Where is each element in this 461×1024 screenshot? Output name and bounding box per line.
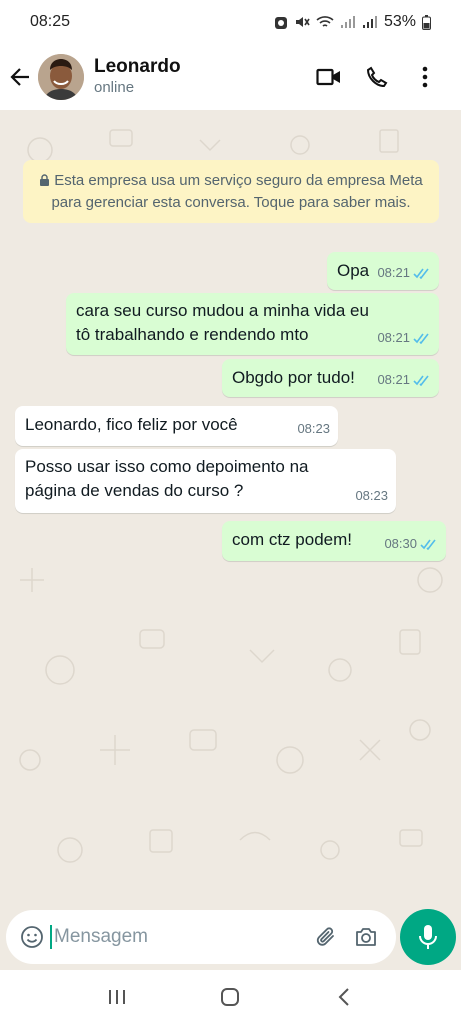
read-ticks-icon	[413, 333, 429, 344]
contact-name: Leonardo	[94, 56, 181, 77]
message-text: Posso usar isso como depoimento na págin…	[25, 457, 309, 500]
contact-status: online	[94, 79, 135, 96]
back-icon[interactable]	[324, 977, 364, 1017]
message-input[interactable]	[54, 926, 304, 948]
more-vertical-icon[interactable]	[401, 57, 449, 97]
attach-icon[interactable]	[308, 919, 344, 955]
avatar[interactable]	[38, 54, 84, 100]
wifi-icon	[316, 15, 334, 29]
message-outgoing[interactable]: Opa 08:21	[327, 252, 439, 290]
message-text: Leonardo, fico feliz por você	[25, 415, 238, 434]
message-outgoing[interactable]: com ctz podem! 08:30	[222, 521, 446, 561]
voice-call-icon[interactable]	[353, 57, 401, 97]
mute-icon	[294, 14, 310, 30]
signal-icon	[340, 15, 356, 29]
message-incoming[interactable]: Leonardo, fico feliz por você 08:23	[15, 406, 338, 446]
chat-header: Leonardo online	[0, 44, 461, 110]
message-meta: 08:21	[377, 326, 431, 350]
emoji-icon[interactable]	[18, 923, 46, 951]
signal-2-icon	[362, 15, 378, 29]
message-incoming[interactable]: Posso usar isso como depoimento na págin…	[15, 449, 396, 513]
mic-button[interactable]	[400, 909, 456, 965]
message-meta: 08:21	[377, 261, 431, 285]
business-notice-text: Esta empresa usa um serviço seguro da em…	[51, 172, 423, 211]
system-nav-bar	[0, 970, 461, 1024]
status-bar: 08:25 53%	[0, 0, 461, 44]
contact-info[interactable]: Leonardo online	[94, 56, 305, 98]
video-call-icon[interactable]	[305, 57, 353, 97]
message-time: 08:21	[377, 330, 410, 345]
message-meta: 08:23	[355, 484, 388, 508]
message-meta: 08:21	[377, 368, 431, 392]
message-time: 08:21	[377, 372, 410, 387]
battery-percent: 53%	[383, 13, 416, 30]
message-time: 08:23	[355, 488, 388, 503]
message-time: 08:30	[384, 536, 417, 551]
header-actions	[305, 57, 449, 97]
mic-icon	[419, 925, 437, 949]
message-composer	[6, 910, 396, 964]
status-time: 08:25	[30, 13, 71, 30]
back-arrow-icon[interactable]	[8, 65, 32, 89]
read-ticks-icon	[413, 375, 429, 386]
read-ticks-icon	[420, 539, 436, 550]
chat-area[interactable]: Esta empresa usa um serviço seguro da em…	[0, 110, 461, 910]
message-text: cara seu curso mudou a minha vida eu tô …	[76, 301, 369, 344]
battery-icon	[422, 14, 431, 30]
recents-icon[interactable]	[97, 977, 137, 1017]
message-time: 08:21	[377, 265, 410, 280]
text-cursor	[50, 925, 52, 949]
message-meta: 08:23	[297, 417, 330, 441]
status-icons: 53%	[274, 13, 431, 31]
message-time: 08:23	[297, 421, 330, 436]
alarm-icon	[274, 14, 288, 30]
business-notice[interactable]: Esta empresa usa um serviço seguro da em…	[23, 160, 439, 223]
message-outgoing[interactable]: cara seu curso mudou a minha vida eu tô …	[66, 293, 439, 355]
lock-icon	[39, 171, 50, 192]
camera-icon[interactable]	[348, 919, 384, 955]
message-outgoing[interactable]: Obgdo por tudo! 08:21	[222, 359, 439, 397]
read-ticks-icon	[413, 268, 429, 279]
message-meta: 08:30	[384, 532, 438, 556]
home-icon[interactable]	[210, 977, 250, 1017]
